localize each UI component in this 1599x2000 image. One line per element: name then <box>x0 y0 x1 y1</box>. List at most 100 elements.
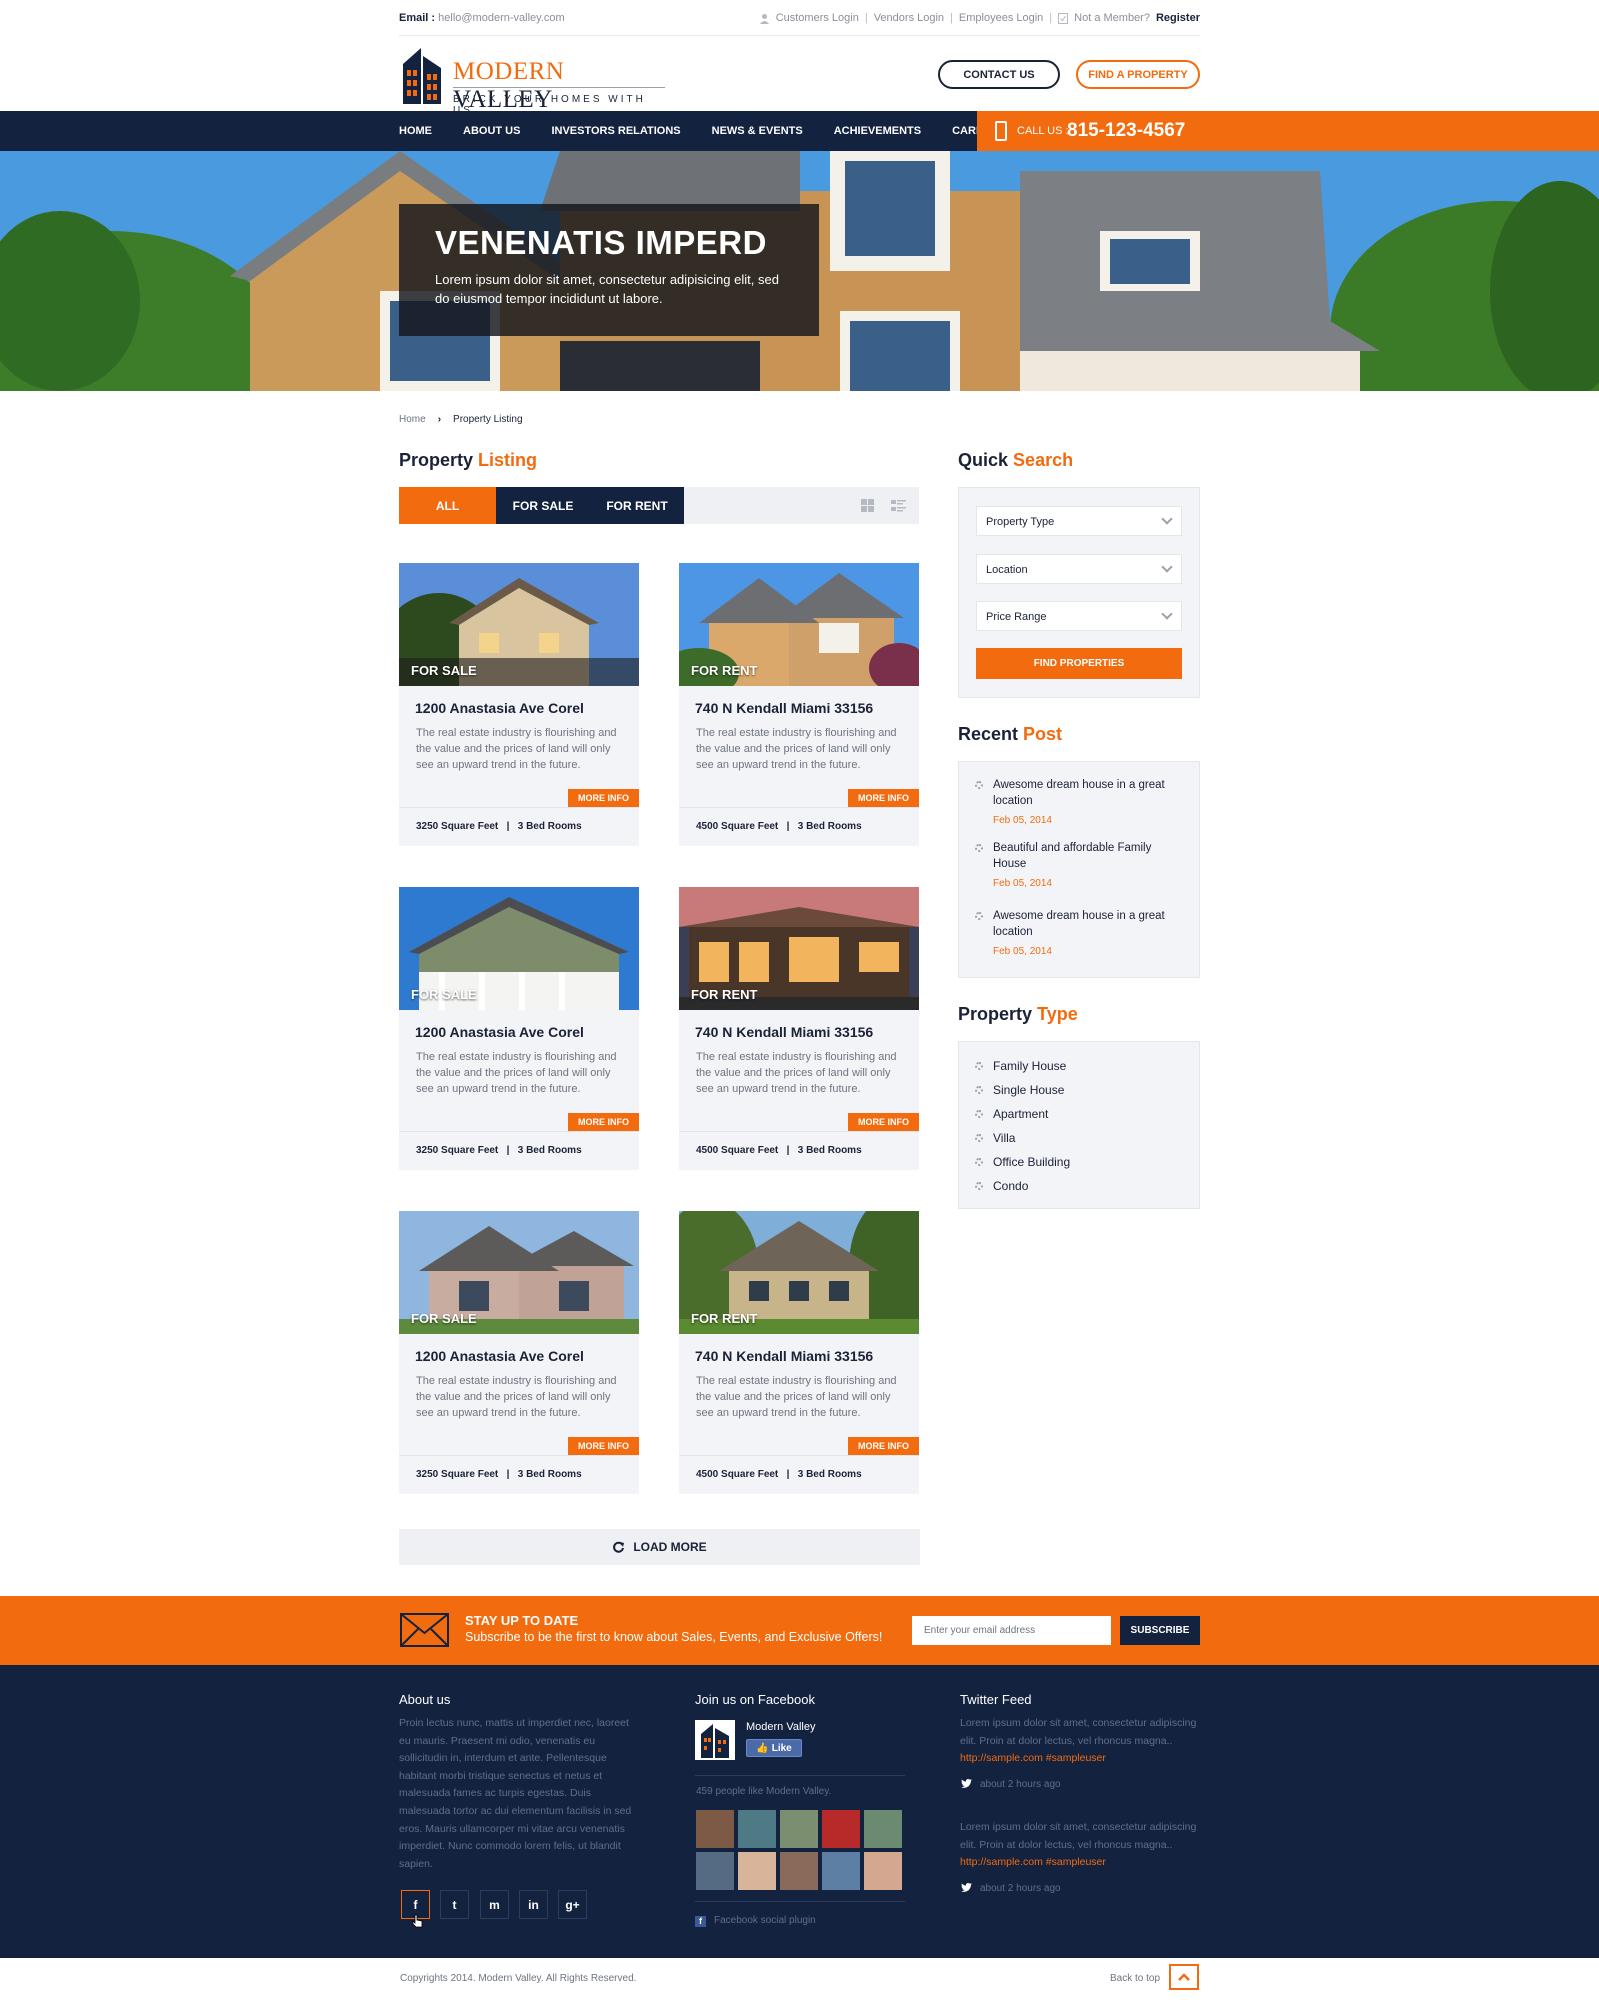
tab-for-rent[interactable]: FOR RENT <box>590 487 684 524</box>
customers-login-link[interactable]: Customers Login <box>776 12 859 24</box>
hero-banner: VENENATIS IMPERD Lorem ipsum dolor sit a… <box>0 151 1599 391</box>
property-meta: 4500 Square Feet | 3 Bed Rooms <box>696 821 862 832</box>
facebook-fan-avatar[interactable] <box>779 1851 819 1891</box>
divider <box>679 1455 919 1456</box>
property-type-item[interactable]: Condo <box>993 1179 1028 1193</box>
recent-post-title[interactable]: Beautiful and affordable Family House <box>993 840 1183 872</box>
find-property-button[interactable]: FIND A PROPERTY <box>1076 60 1200 89</box>
linkedin-icon[interactable]: in <box>519 1890 548 1919</box>
twitter-icon[interactable]: t <box>440 1890 469 1919</box>
facebook-page-avatar[interactable] <box>695 1720 735 1760</box>
copyright-bar: Copyrights 2014. Modern Valley. All Righ… <box>0 1958 1599 2000</box>
bullet-icon <box>975 1110 983 1118</box>
price-range-select-value: Price Range <box>986 611 1047 623</box>
facebook-small-icon: f <box>695 1916 706 1927</box>
nav-item-about[interactable]: ABOUT US <box>463 111 520 151</box>
tweet-link[interactable]: http://sample.com #sampleuser <box>960 1856 1106 1868</box>
more-info-button[interactable]: MORE INFO <box>848 789 919 807</box>
recent-post-title[interactable]: Awesome dream house in a great location <box>993 777 1183 809</box>
location-select[interactable]: Location <box>976 554 1182 584</box>
bullet-icon <box>975 1158 983 1166</box>
more-info-button[interactable]: MORE INFO <box>568 1113 639 1131</box>
find-properties-button[interactable]: FIND PROPERTIES <box>976 648 1182 679</box>
status-badge: FOR SALE <box>411 663 477 678</box>
property-card[interactable]: FOR RENT 740 N Kendall Miami 33156 The r… <box>679 1211 919 1494</box>
facebook-fan-avatar[interactable] <box>821 1851 861 1891</box>
back-to-top-label[interactable]: Back to top <box>1110 1973 1160 1984</box>
divider <box>399 807 639 808</box>
mail-icon[interactable]: m <box>480 1890 509 1919</box>
property-title[interactable]: 1200 Anastasia Ave Corel <box>415 1348 584 1364</box>
google-plus-icon[interactable]: g+ <box>558 1890 587 1919</box>
recent-post-heading-b: Post <box>1023 724 1063 744</box>
nav-item-news[interactable]: NEWS & EVENTS <box>712 111 803 151</box>
breadcrumb-separator: › <box>437 414 442 425</box>
list-view-icon[interactable] <box>890 497 907 514</box>
subscribe-button[interactable]: SUBSCRIBE <box>1120 1616 1200 1645</box>
facebook-page-name[interactable]: Modern Valley <box>746 1721 816 1733</box>
property-title[interactable]: 740 N Kendall Miami 33156 <box>695 700 873 716</box>
vendors-login-link[interactable]: Vendors Login <box>874 12 944 24</box>
tab-all[interactable]: ALL <box>399 487 496 524</box>
recent-post-title[interactable]: Awesome dream house in a great location <box>993 908 1183 940</box>
property-card[interactable]: FOR RENT 740 N Kendall Miami 33156 The r… <box>679 563 919 846</box>
divider <box>695 1901 905 1902</box>
facebook-like-button[interactable]: 👍 Like <box>746 1739 802 1757</box>
tweet-link[interactable]: http://sample.com #sampleuser <box>960 1752 1106 1764</box>
property-type-select[interactable]: Property Type <box>976 506 1182 536</box>
property-type-item[interactable]: Family House <box>993 1059 1066 1073</box>
property-card[interactable]: FOR SALE 1200 Anastasia Ave Corel The re… <box>399 563 639 846</box>
quick-search-heading-a: Quick <box>958 450 1009 470</box>
property-title[interactable]: 740 N Kendall Miami 33156 <box>695 1024 873 1040</box>
more-info-button[interactable]: MORE INFO <box>568 1437 639 1455</box>
property-card[interactable]: FOR SALE 1200 Anastasia Ave Corel The re… <box>399 887 639 1170</box>
back-to-top-button[interactable] <box>1169 1964 1199 1990</box>
facebook-fan-avatar[interactable] <box>695 1809 735 1849</box>
facebook-plugin-label[interactable]: Facebook social plugin <box>714 1915 816 1926</box>
facebook-fan-avatar[interactable] <box>821 1809 861 1849</box>
facebook-fan-avatar[interactable] <box>863 1851 903 1891</box>
property-type-item[interactable]: Villa <box>993 1131 1015 1145</box>
breadcrumb-current: Property Listing <box>453 414 523 425</box>
property-title[interactable]: 1200 Anastasia Ave Corel <box>415 700 584 716</box>
tab-for-sale[interactable]: FOR SALE <box>496 487 590 524</box>
property-type-item[interactable]: Office Building <box>993 1155 1070 1169</box>
facebook-fan-avatar[interactable] <box>863 1809 903 1849</box>
hero-caption: VENENATIS IMPERD Lorem ipsum dolor sit a… <box>399 204 819 336</box>
phone-number[interactable]: 815-123-4567 <box>1067 120 1185 142</box>
more-info-button[interactable]: MORE INFO <box>568 789 639 807</box>
grid-view-icon[interactable] <box>859 497 876 514</box>
property-type-item[interactable]: Apartment <box>993 1107 1048 1121</box>
breadcrumb: Home › Property Listing <box>399 414 1200 425</box>
email-link[interactable]: hello@modern-valley.com <box>438 12 565 24</box>
property-card[interactable]: FOR RENT 740 N Kendall Miami 33156 The r… <box>679 887 919 1170</box>
more-info-button[interactable]: MORE INFO <box>848 1113 919 1131</box>
nav-item-achievements[interactable]: ACHIEVEMENTS <box>834 111 921 151</box>
breadcrumb-home[interactable]: Home <box>399 414 426 425</box>
email-input[interactable]: Enter your email address <box>912 1616 1111 1645</box>
property-area: 4500 Square Feet <box>696 821 779 832</box>
footer: About us Proin lectus nunc, mattis ut im… <box>0 1665 1599 1958</box>
facebook-fan-avatar[interactable] <box>737 1809 777 1849</box>
property-card[interactable]: FOR SALE 1200 Anastasia Ave Corel The re… <box>399 1211 639 1494</box>
price-range-select[interactable]: Price Range <box>976 601 1182 631</box>
chevron-down-icon <box>1161 608 1173 620</box>
facebook-fan-avatar[interactable] <box>695 1851 735 1891</box>
facebook-fan-avatar[interactable] <box>779 1809 819 1849</box>
load-more-button[interactable]: LOAD MORE <box>399 1529 920 1565</box>
property-title[interactable]: 740 N Kendall Miami 33156 <box>695 1348 873 1364</box>
contact-us-button[interactable]: CONTACT US <box>938 60 1060 89</box>
logo[interactable]: MODERN VALLEY BRICK YOUR HOMES WITH US <box>399 44 669 116</box>
property-type-item[interactable]: Single House <box>993 1083 1064 1097</box>
property-title[interactable]: 1200 Anastasia Ave Corel <box>415 1024 584 1040</box>
property-area: 3250 Square Feet <box>416 1469 499 1480</box>
employees-login-link[interactable]: Employees Login <box>959 12 1043 24</box>
property-meta: 3250 Square Feet | 3 Bed Rooms <box>416 821 582 832</box>
register-link[interactable]: Register <box>1156 12 1200 24</box>
load-more-label: LOAD MORE <box>633 1540 707 1554</box>
more-info-button[interactable]: MORE INFO <box>848 1437 919 1455</box>
recent-post-panel: Awesome dream house in a great location … <box>958 761 1200 978</box>
nav-item-home[interactable]: HOME <box>399 111 432 151</box>
facebook-fan-avatar[interactable] <box>737 1851 777 1891</box>
nav-item-investors[interactable]: INVESTORS RELATIONS <box>551 111 680 151</box>
